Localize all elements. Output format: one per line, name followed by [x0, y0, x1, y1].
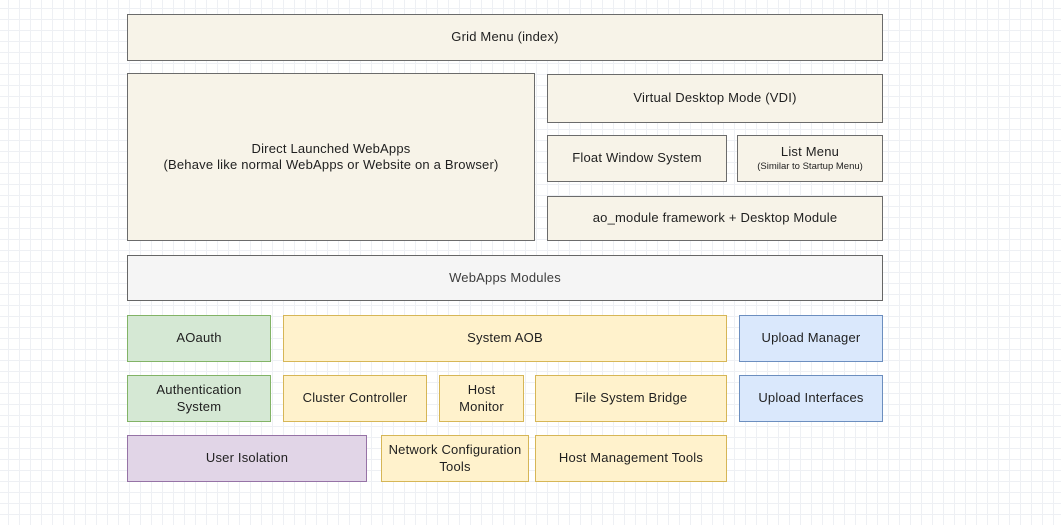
node-host-monitor: Host Monitor — [439, 375, 524, 422]
diagram-canvas: Grid Menu (index) Direct Launched WebApp… — [0, 0, 1061, 525]
node-label: List Menu — [781, 144, 839, 160]
node-host-management-tools: Host Management Tools — [535, 435, 727, 482]
node-webapps-modules: WebApps Modules — [127, 255, 883, 301]
node-authentication-system: Authentication System — [127, 375, 271, 422]
node-label: System AOB — [467, 330, 543, 346]
node-label: File System Bridge — [575, 390, 688, 406]
node-label: Network Configuration Tools — [388, 442, 522, 475]
node-label: WebApps Modules — [449, 270, 561, 286]
node-aoauth: AOauth — [127, 315, 271, 362]
node-label: Grid Menu (index) — [451, 29, 558, 45]
node-label: ao_module framework + Desktop Module — [593, 210, 838, 226]
node-sublabel: (Similar to Startup Menu) — [757, 161, 863, 173]
node-label: Upload Manager — [762, 330, 861, 346]
node-upload-interfaces: Upload Interfaces — [739, 375, 883, 422]
node-label: Cluster Controller — [303, 390, 408, 406]
node-label: Upload Interfaces — [758, 390, 863, 406]
node-sublabel: (Behave like normal WebApps or Website o… — [163, 157, 498, 173]
node-network-configuration-tools: Network Configuration Tools — [381, 435, 529, 482]
node-label: Direct Launched WebApps — [251, 141, 410, 157]
node-user-isolation: User Isolation — [127, 435, 367, 482]
node-direct-launched-webapps: Direct Launched WebApps (Behave like nor… — [127, 73, 535, 241]
node-float-window-system: Float Window System — [547, 135, 727, 182]
node-label: Host Management Tools — [559, 450, 703, 466]
node-grid-menu: Grid Menu (index) — [127, 14, 883, 61]
node-virtual-desktop-mode: Virtual Desktop Mode (VDI) — [547, 74, 883, 123]
node-label: Virtual Desktop Mode (VDI) — [633, 90, 796, 106]
node-label: Host Monitor — [446, 382, 517, 415]
node-file-system-bridge: File System Bridge — [535, 375, 727, 422]
node-label: Float Window System — [572, 150, 702, 166]
node-upload-manager: Upload Manager — [739, 315, 883, 362]
node-ao-module-framework: ao_module framework + Desktop Module — [547, 196, 883, 241]
node-label: User Isolation — [206, 450, 288, 466]
node-system-aob: System AOB — [283, 315, 727, 362]
node-label: AOauth — [176, 330, 221, 346]
node-label: Authentication System — [134, 382, 264, 415]
node-cluster-controller: Cluster Controller — [283, 375, 427, 422]
node-list-menu: List Menu (Similar to Startup Menu) — [737, 135, 883, 182]
